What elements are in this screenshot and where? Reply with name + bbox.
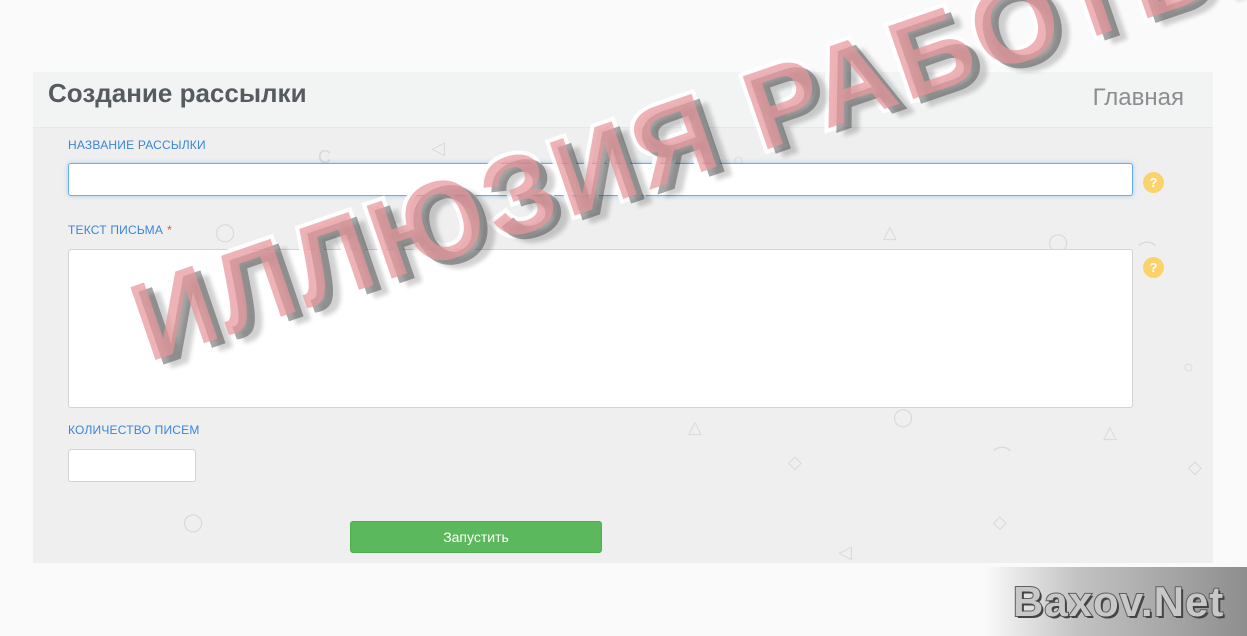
- panel-header: Создание рассылки Главная: [33, 72, 1213, 128]
- home-link[interactable]: Главная: [1093, 84, 1184, 112]
- mailing-name-input[interactable]: [68, 163, 1133, 196]
- mailing-form-panel: C ◁ ○ ◯ △ ◯ ⌒ ◯ ○ △ ◯ △ ⌒ ◇ ◇ ◇ ◁ ◯ Созд…: [33, 72, 1213, 563]
- email-count-input[interactable]: [68, 449, 196, 482]
- required-mark: *: [167, 223, 172, 237]
- mailing-name-label: НАЗВАНИЕ РАССЫЛКИ: [68, 138, 206, 152]
- page: C ◁ ○ ◯ △ ◯ ⌒ ◯ ○ △ ◯ △ ⌒ ◇ ◇ ◇ ◁ ◯ Созд…: [0, 0, 1247, 636]
- watermark-backdrop: [985, 567, 1247, 636]
- email-text-help-icon[interactable]: ?: [1143, 257, 1164, 278]
- mailing-name-help-icon[interactable]: ?: [1143, 172, 1164, 193]
- email-text-label-row: ТЕКСТ ПИСЬМА *: [68, 223, 172, 237]
- email-text-textarea[interactable]: [68, 249, 1133, 408]
- launch-button[interactable]: Запустить: [350, 521, 602, 553]
- page-title: Создание рассылки: [48, 78, 307, 108]
- email-count-label: КОЛИЧЕСТВО ПИСЕМ: [68, 423, 200, 437]
- email-text-label: ТЕКСТ ПИСЬМА: [68, 223, 164, 237]
